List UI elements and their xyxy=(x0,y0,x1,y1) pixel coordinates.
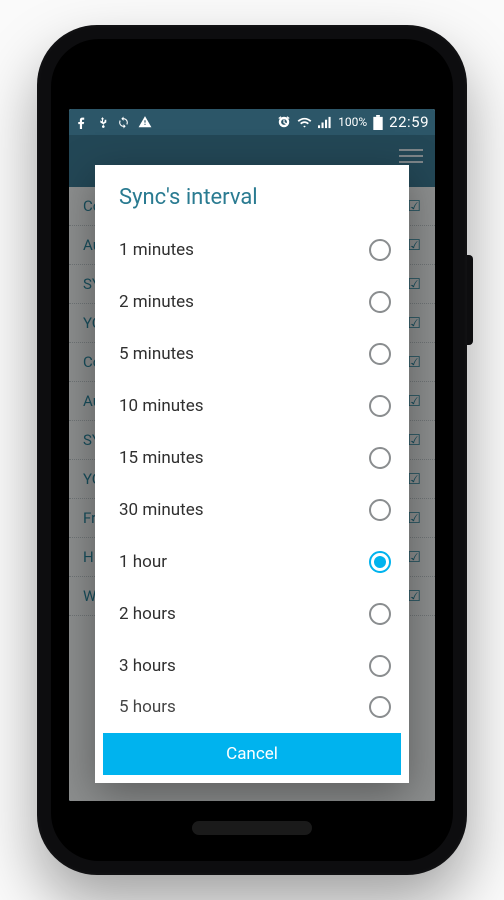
warning-icon xyxy=(138,115,152,129)
sync-icon xyxy=(117,116,130,129)
radio-icon[interactable] xyxy=(369,603,391,625)
option-label: 2 minutes xyxy=(119,292,194,312)
interval-option[interactable]: 5 hours xyxy=(113,692,399,722)
option-label: 5 hours xyxy=(119,697,176,717)
dialog-title: Sync's interval xyxy=(95,165,409,220)
interval-option[interactable]: 2 hours xyxy=(113,588,399,640)
interval-option[interactable]: 10 minutes xyxy=(113,380,399,432)
option-label: 1 minutes xyxy=(119,240,194,260)
interval-option[interactable]: 1 hour xyxy=(113,536,399,588)
sync-interval-dialog: Sync's interval 1 minutes 2 minutes 5 minu… xyxy=(95,165,409,783)
interval-option[interactable]: 5 minutes xyxy=(113,328,399,380)
facebook-icon xyxy=(75,116,88,129)
radio-icon[interactable] xyxy=(369,551,391,573)
alarm-icon xyxy=(277,115,291,129)
option-label: 3 hours xyxy=(119,656,176,676)
status-bar: 100% 22:59 xyxy=(69,109,435,135)
option-label: 1 hour xyxy=(119,552,167,572)
option-label: 15 minutes xyxy=(119,448,203,468)
phone-frame: 100% 22:59 Co☑Au☑SY☑YO☑Co☑Au☑SY☑YO☑Fr☑H☑… xyxy=(37,25,467,875)
radio-icon[interactable] xyxy=(369,395,391,417)
option-label: 2 hours xyxy=(119,604,176,624)
radio-icon[interactable] xyxy=(369,655,391,677)
interval-option[interactable]: 30 minutes xyxy=(113,484,399,536)
signal-icon xyxy=(318,116,332,129)
option-label: 30 minutes xyxy=(119,500,203,520)
battery-icon xyxy=(373,115,383,130)
cancel-button[interactable]: Cancel xyxy=(103,733,401,775)
radio-icon[interactable] xyxy=(369,343,391,365)
home-indicator xyxy=(192,821,312,835)
options-list: 1 minutes 2 minutes 5 minutes 10 minutes 15 … xyxy=(95,220,409,727)
power-button xyxy=(467,255,473,345)
radio-icon[interactable] xyxy=(369,291,391,313)
radio-icon[interactable] xyxy=(369,696,391,718)
screen: 100% 22:59 Co☑Au☑SY☑YO☑Co☑Au☑SY☑YO☑Fr☑H☑… xyxy=(69,109,435,801)
interval-option[interactable]: 3 hours xyxy=(113,640,399,692)
phone-bezel: 100% 22:59 Co☑Au☑SY☑YO☑Co☑Au☑SY☑YO☑Fr☑H☑… xyxy=(51,39,453,861)
radio-icon[interactable] xyxy=(369,499,391,521)
clock: 22:59 xyxy=(389,113,429,131)
interval-option[interactable]: 1 minutes xyxy=(113,224,399,276)
wifi-icon xyxy=(297,116,312,129)
radio-icon[interactable] xyxy=(369,447,391,469)
radio-icon[interactable] xyxy=(369,239,391,261)
option-label: 5 minutes xyxy=(119,344,194,364)
interval-option[interactable]: 2 minutes xyxy=(113,276,399,328)
usb-icon xyxy=(96,116,109,129)
option-label: 10 minutes xyxy=(119,396,203,416)
interval-option[interactable]: 15 minutes xyxy=(113,432,399,484)
battery-percent: 100% xyxy=(338,115,367,129)
